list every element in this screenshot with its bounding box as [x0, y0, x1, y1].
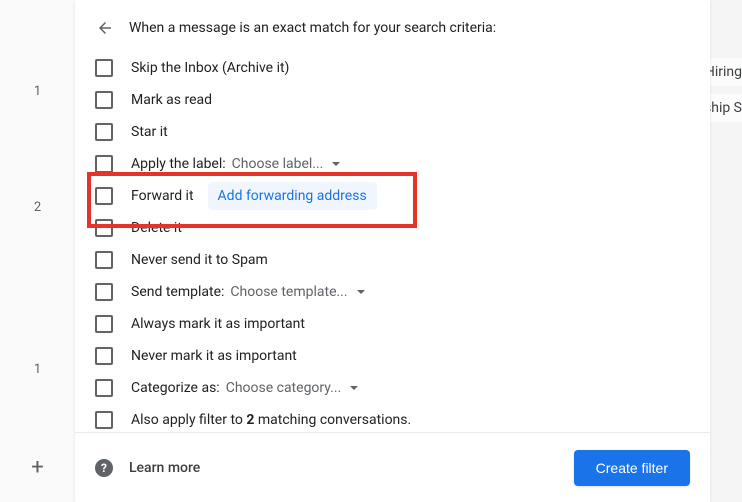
gutter-count: 2	[0, 200, 75, 215]
checkbox[interactable]	[95, 155, 113, 173]
left-gutter: 1 2 1 +	[0, 0, 75, 502]
filter-panel: When a message is an exact match for you…	[75, 0, 710, 502]
footer-left: ? Learn more	[95, 459, 200, 477]
option-delete: Delete it	[95, 212, 690, 244]
option-forward: Forward it Add forwarding address	[95, 180, 690, 212]
checkbox[interactable]	[95, 283, 113, 301]
option-label: Always mark it as important	[131, 316, 305, 332]
label-dropdown[interactable]: Choose label...	[232, 156, 342, 172]
option-label: Never mark it as important	[131, 348, 297, 364]
add-icon[interactable]: +	[0, 455, 75, 480]
option-never-spam: Never send it to Spam	[95, 244, 690, 276]
option-label: Delete it	[131, 220, 182, 236]
checkbox[interactable]	[95, 411, 113, 429]
chevron-down-icon	[356, 287, 366, 297]
help-icon[interactable]: ?	[95, 459, 113, 477]
option-label: Forward it	[131, 188, 194, 204]
option-label: Apply the label:	[131, 156, 226, 172]
dropdown-value: Choose label...	[232, 156, 324, 172]
option-never-important: Never mark it as important	[95, 340, 690, 372]
panel-header: When a message is an exact match for you…	[75, 0, 710, 52]
learn-more-link[interactable]: Learn more	[129, 460, 200, 476]
option-star: Star it	[95, 116, 690, 148]
option-label: Star it	[131, 124, 168, 140]
checkbox[interactable]	[95, 347, 113, 365]
checkbox[interactable]	[95, 251, 113, 269]
option-skip-inbox: Skip the Inbox (Archive it)	[95, 52, 690, 84]
dropdown-value: Choose category...	[226, 380, 342, 396]
checkbox[interactable]	[95, 123, 113, 141]
dropdown-value: Choose template...	[230, 284, 347, 300]
option-label: Send template:	[131, 284, 224, 300]
option-mark-read: Mark as read	[95, 84, 690, 116]
panel-title: When a message is an exact match for you…	[129, 20, 496, 36]
option-categorize: Categorize as: Choose category...	[95, 372, 690, 404]
checkbox[interactable]	[95, 59, 113, 77]
checkbox[interactable]	[95, 379, 113, 397]
option-label: Also apply filter to 2 matching conversa…	[131, 412, 411, 428]
checkbox[interactable]	[95, 187, 113, 205]
option-label: Mark as read	[131, 92, 212, 108]
back-arrow-icon[interactable]	[95, 18, 115, 38]
option-apply-label: Apply the label: Choose label...	[95, 148, 690, 180]
chevron-down-icon	[331, 159, 341, 169]
template-dropdown[interactable]: Choose template...	[230, 284, 365, 300]
gutter-count: 1	[0, 84, 75, 99]
add-forwarding-link[interactable]: Add forwarding address	[208, 182, 377, 210]
panel-footer: ? Learn more Create filter	[75, 432, 710, 502]
option-label: Categorize as:	[131, 380, 220, 396]
option-label: Skip the Inbox (Archive it)	[131, 60, 289, 76]
options-list: Skip the Inbox (Archive it) Mark as read…	[75, 52, 710, 436]
option-send-template: Send template: Choose template...	[95, 276, 690, 308]
checkbox[interactable]	[95, 219, 113, 237]
gutter-count: 1	[0, 362, 75, 377]
checkbox[interactable]	[95, 91, 113, 109]
chevron-down-icon	[349, 383, 359, 393]
create-filter-button[interactable]: Create filter	[574, 450, 690, 486]
category-dropdown[interactable]: Choose category...	[226, 380, 360, 396]
option-always-important: Always mark it as important	[95, 308, 690, 340]
checkbox[interactable]	[95, 315, 113, 333]
option-label: Never send it to Spam	[131, 252, 268, 268]
